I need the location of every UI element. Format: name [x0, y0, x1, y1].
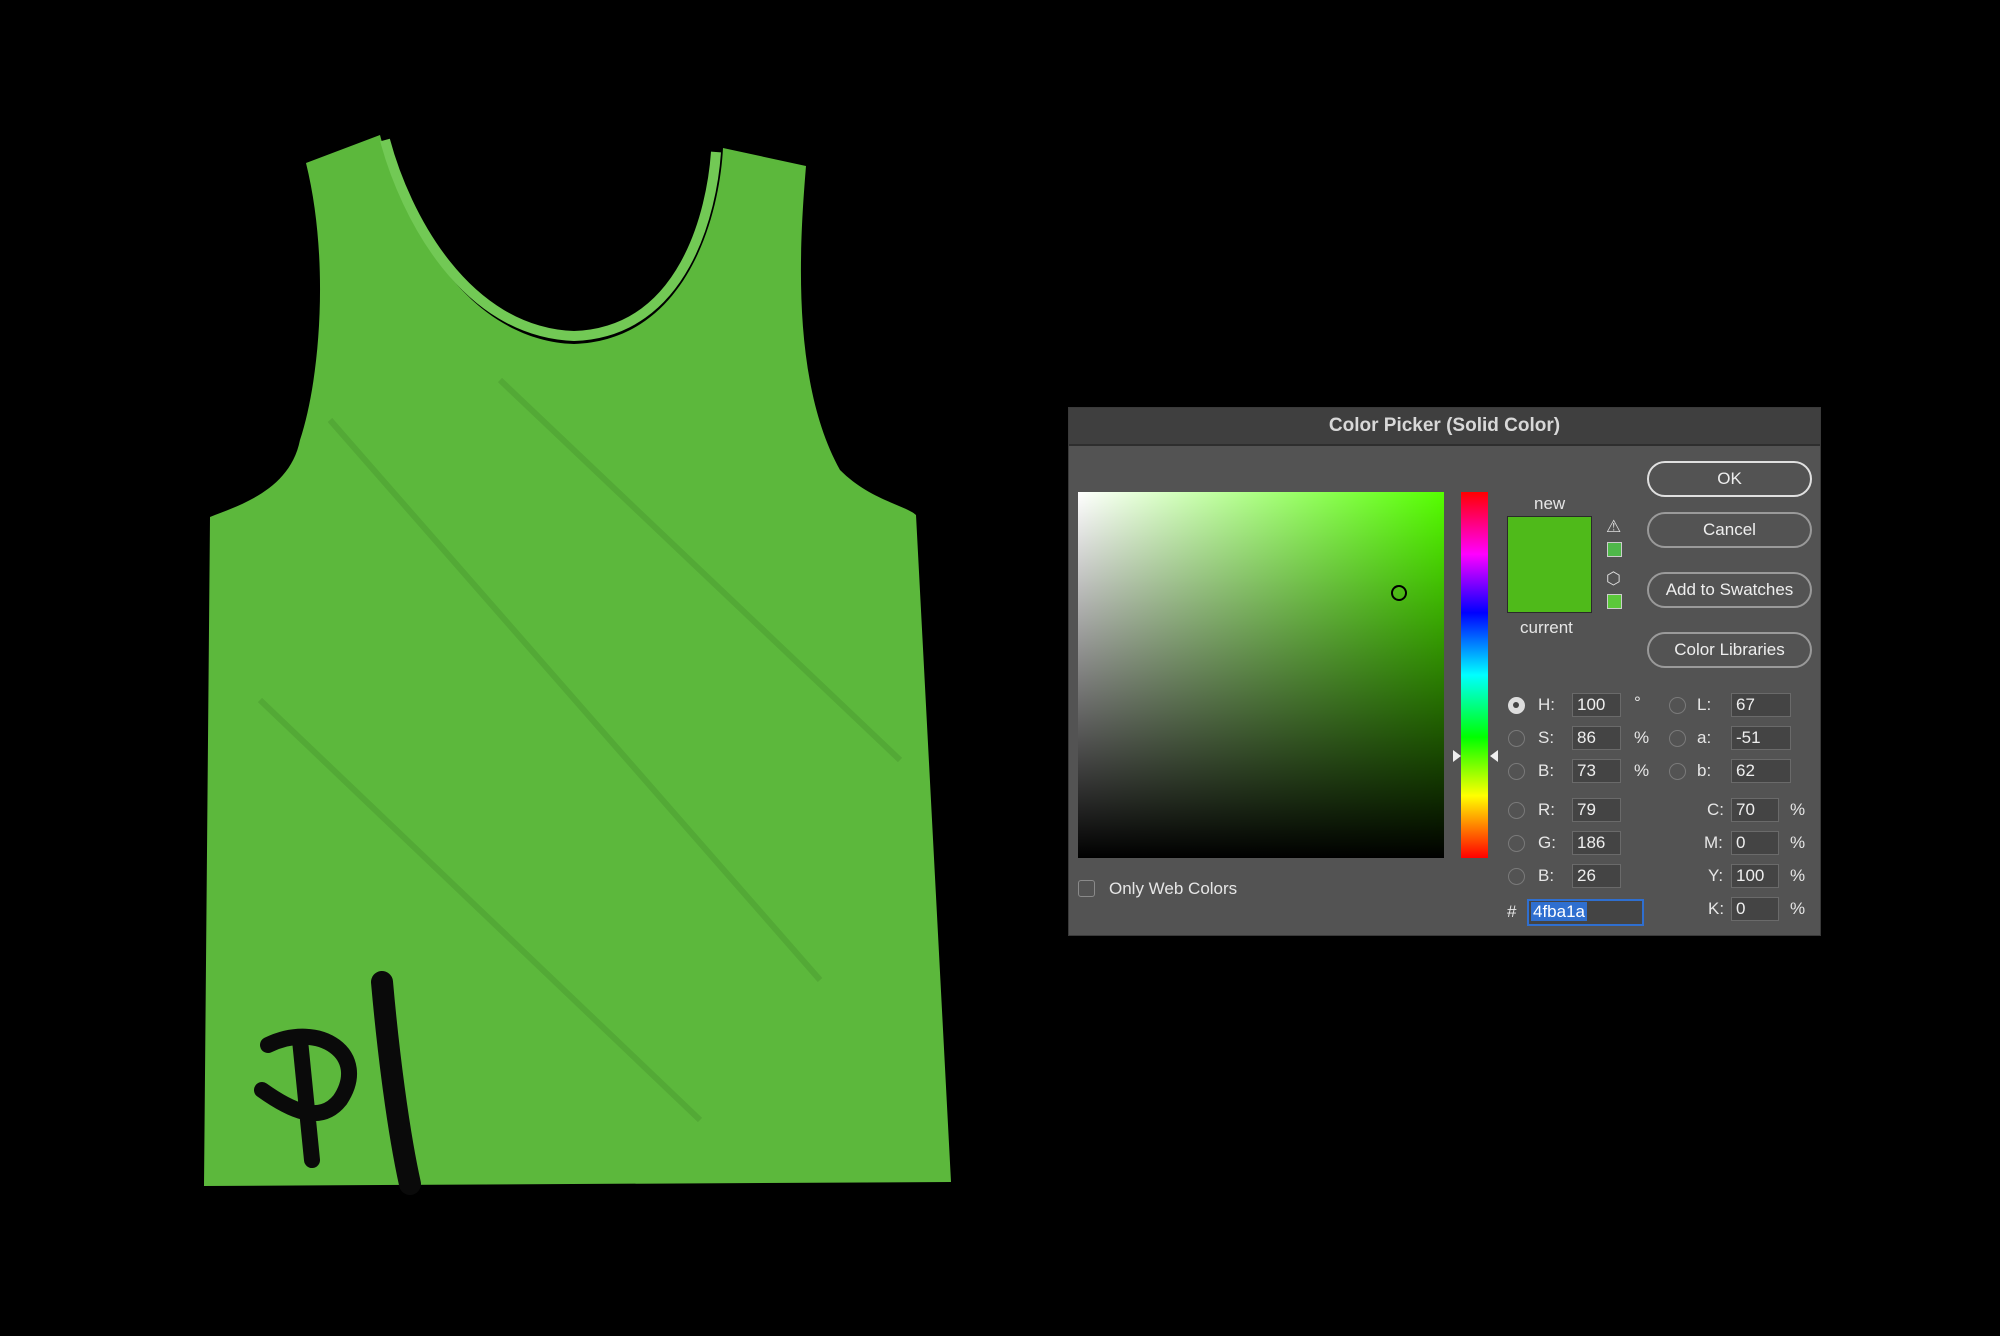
saturation-input[interactable]: 86 [1572, 726, 1621, 750]
cyan-unit: % [1790, 800, 1806, 819]
color-selector-circle[interactable] [1391, 585, 1407, 601]
black-input[interactable]: 0 [1731, 897, 1779, 921]
brightness-input[interactable]: 73 [1572, 759, 1621, 783]
hue-unit: ° [1634, 693, 1641, 712]
cyan-input[interactable]: 70 [1731, 798, 1779, 822]
out-of-gamut-warning-icon[interactable]: ⚠ [1606, 517, 1621, 537]
radio-green[interactable] [1508, 835, 1525, 852]
magenta-label: M: [1704, 833, 1723, 852]
color-picker-dialog: Color Picker (Solid Color) new current ⚠… [1068, 407, 1821, 936]
current-label: current [1520, 618, 1573, 637]
radio-lab-l[interactable] [1669, 697, 1686, 714]
hue-slider-left-arrow[interactable] [1453, 750, 1461, 762]
hex-prefix: # [1507, 902, 1517, 921]
radio-hue[interactable] [1508, 697, 1525, 714]
new-color-swatch [1507, 516, 1592, 564]
saturation-unit: % [1634, 728, 1650, 747]
only-web-colors-label: Only Web Colors [1109, 879, 1238, 898]
lab-b-input[interactable]: 62 [1731, 759, 1791, 783]
radio-blue[interactable] [1508, 868, 1525, 885]
hue-slider-right-arrow[interactable] [1490, 750, 1498, 762]
gamut-swatch[interactable] [1607, 542, 1622, 557]
only-web-colors-checkbox[interactable] [1078, 880, 1095, 897]
black-label: K: [1708, 899, 1725, 918]
yellow-label: Y: [1708, 866, 1724, 885]
hex-value-selected: 4fba1a [1531, 902, 1587, 921]
new-label: new [1534, 494, 1566, 513]
color-libraries-button[interactable]: Color Libraries [1647, 632, 1812, 668]
radio-red[interactable] [1508, 802, 1525, 819]
hex-input[interactable]: 4fba1a [1527, 899, 1644, 926]
radio-lab-b[interactable] [1669, 763, 1686, 780]
add-to-swatches-button[interactable]: Add to Swatches [1647, 572, 1812, 608]
radio-saturation[interactable] [1508, 730, 1525, 747]
red-input[interactable]: 79 [1572, 798, 1621, 822]
hue-slider[interactable] [1461, 492, 1488, 858]
cancel-button[interactable]: Cancel [1647, 512, 1812, 548]
blue-label: B: [1538, 866, 1555, 885]
lab-a-input[interactable]: -51 [1731, 726, 1791, 750]
yellow-unit: % [1790, 866, 1806, 885]
green-label: G: [1538, 833, 1556, 852]
current-color-swatch[interactable] [1507, 564, 1592, 613]
lab-a-label: a: [1697, 728, 1712, 747]
hue-label: H: [1538, 695, 1555, 714]
tank-top-body [204, 135, 951, 1186]
yellow-input[interactable]: 100 [1731, 864, 1779, 888]
magenta-input[interactable]: 0 [1731, 831, 1779, 855]
web-safe-cube-icon[interactable]: ⬡ [1606, 569, 1621, 589]
black-unit: % [1790, 899, 1806, 918]
ok-button[interactable]: OK [1647, 461, 1812, 497]
blue-input[interactable]: 26 [1572, 864, 1621, 888]
dialog-title: Color Picker (Solid Color) [1069, 408, 1820, 446]
green-input[interactable]: 186 [1572, 831, 1621, 855]
saturation-brightness-field[interactable] [1078, 492, 1444, 858]
cyan-label: C: [1707, 800, 1724, 819]
saturation-label: S: [1538, 728, 1555, 747]
radio-brightness[interactable] [1508, 763, 1525, 780]
web-safe-swatch[interactable] [1607, 594, 1622, 609]
lab-l-label: L: [1697, 695, 1712, 714]
magenta-unit: % [1790, 833, 1806, 852]
brightness-unit: % [1634, 761, 1650, 780]
lab-b-label: b: [1697, 761, 1712, 780]
radio-lab-a[interactable] [1669, 730, 1686, 747]
brightness-label: B: [1538, 761, 1555, 780]
red-label: R: [1538, 800, 1555, 819]
hue-input[interactable]: 100 [1572, 693, 1621, 717]
lab-l-input[interactable]: 67 [1731, 693, 1791, 717]
